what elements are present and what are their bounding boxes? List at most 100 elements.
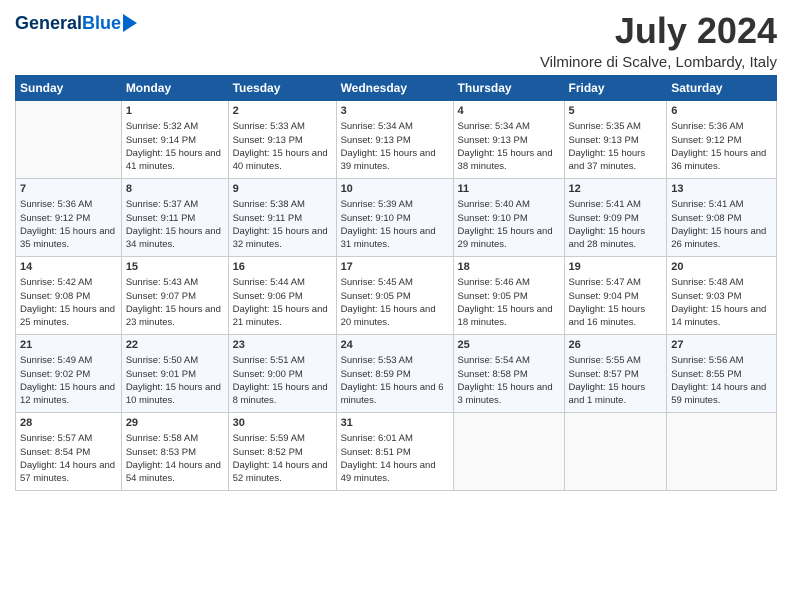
day-number: 16 xyxy=(233,260,332,275)
logo-display: GeneralBlue xyxy=(15,14,137,32)
daylight-text: Daylight: 14 hours and 59 minutes. xyxy=(671,382,766,406)
weekday-header-sunday: Sunday xyxy=(16,76,122,101)
day-cell: 14Sunrise: 5:42 AMSunset: 9:08 PMDayligh… xyxy=(16,257,122,335)
day-number: 15 xyxy=(126,260,224,275)
daylight-text: Daylight: 15 hours and 32 minutes. xyxy=(233,226,328,250)
day-cell: 29Sunrise: 5:58 AMSunset: 8:53 PMDayligh… xyxy=(121,413,228,491)
sunset-text: Sunset: 8:58 PM xyxy=(458,369,528,380)
sunrise-text: Sunrise: 5:43 AM xyxy=(126,277,198,288)
day-cell: 5Sunrise: 5:35 AMSunset: 9:13 PMDaylight… xyxy=(564,101,667,179)
daylight-text: Daylight: 15 hours and 41 minutes. xyxy=(126,148,221,172)
sunset-text: Sunset: 9:09 PM xyxy=(569,213,639,224)
day-number: 8 xyxy=(126,182,224,197)
sunrise-text: Sunrise: 5:50 AM xyxy=(126,355,198,366)
sunrise-text: Sunrise: 5:41 AM xyxy=(671,199,743,210)
week-row-2: 14Sunrise: 5:42 AMSunset: 9:08 PMDayligh… xyxy=(16,257,777,335)
day-number: 25 xyxy=(458,338,560,353)
sunrise-text: Sunrise: 5:56 AM xyxy=(671,355,743,366)
weekday-header-monday: Monday xyxy=(121,76,228,101)
sunset-text: Sunset: 9:11 PM xyxy=(233,213,303,224)
sunrise-text: Sunrise: 5:48 AM xyxy=(671,277,743,288)
week-row-0: 1 Sunrise: 5:32 AM Sunset: 9:14 PM Daylight… xyxy=(16,101,777,179)
day-cell: 7Sunrise: 5:36 AMSunset: 9:12 PMDaylight… xyxy=(16,179,122,257)
daylight-text: Daylight: 15 hours and 38 minutes. xyxy=(458,148,553,172)
sunset-text: Sunset: 8:51 PM xyxy=(341,447,411,458)
day-number: 27 xyxy=(671,338,772,353)
daylight-text: Daylight: 15 hours and 12 minutes. xyxy=(20,382,115,406)
sunset-text: Sunset: 9:06 PM xyxy=(233,291,303,302)
sunrise-text: Sunrise: 5:41 AM xyxy=(569,199,641,210)
month-year: July 2024 xyxy=(540,10,777,52)
header: GeneralBlue July 2024 Vilminore di Scalv… xyxy=(15,10,777,71)
daylight-text: Daylight: 15 hours and 23 minutes. xyxy=(126,304,221,328)
day-number: 11 xyxy=(458,182,560,197)
day-cell: 21 Sunrise: 5:49 AM Sunset: 9:02 PM Dayligh… xyxy=(16,335,122,413)
weekday-header-tuesday: Tuesday xyxy=(228,76,336,101)
sunrise-text: Sunrise: 5:39 AM xyxy=(341,199,413,210)
sunset-text: Sunset: 9:14 PM xyxy=(126,135,196,146)
day-number: 23 xyxy=(233,338,332,353)
day-cell: 18 Sunrise: 5:46 AM Sunset: 9:05 PM Dayligh… xyxy=(453,257,564,335)
day-cell: 30Sunrise: 5:59 AMSunset: 8:52 PMDayligh… xyxy=(228,413,336,491)
title-block: July 2024 Vilminore di Scalve, Lombardy,… xyxy=(540,10,777,71)
day-number: 4 xyxy=(458,104,560,119)
daylight-text: Daylight: 15 hours and 26 minutes. xyxy=(671,226,766,250)
daylight-text: Daylight: 15 hours and 18 minutes. xyxy=(458,304,553,328)
sunset-text: Sunset: 9:02 PM xyxy=(20,369,90,380)
day-number: 20 xyxy=(671,260,772,275)
sunrise-text: Sunrise: 5:34 AM xyxy=(341,121,413,132)
sunset-text: Sunset: 9:05 PM xyxy=(458,291,528,302)
day-cell: 10Sunrise: 5:39 AMSunset: 9:10 PMDayligh… xyxy=(336,179,453,257)
day-number: 1 xyxy=(126,104,224,119)
sunrise-text: Sunrise: 5:34 AM xyxy=(458,121,530,132)
sunset-text: Sunset: 9:04 PM xyxy=(569,291,639,302)
sunrise-text: Sunrise: 5:36 AM xyxy=(671,121,743,132)
sunset-text: Sunset: 9:10 PM xyxy=(458,213,528,224)
sunset-text: Sunset: 9:08 PM xyxy=(20,291,90,302)
day-cell: 16Sunrise: 5:44 AMSunset: 9:06 PMDayligh… xyxy=(228,257,336,335)
day-cell: 3Sunrise: 5:34 AMSunset: 9:13 PMDaylight… xyxy=(336,101,453,179)
daylight-text: Daylight: 15 hours and 25 minutes. xyxy=(20,304,115,328)
week-row-1: 7Sunrise: 5:36 AMSunset: 9:12 PMDaylight… xyxy=(16,179,777,257)
sunset-text: Sunset: 8:59 PM xyxy=(341,369,411,380)
sunset-text: Sunset: 9:13 PM xyxy=(569,135,639,146)
daylight-text: Daylight: 15 hours and 36 minutes. xyxy=(671,148,766,172)
daylight-text: Daylight: 15 hours and 8 minutes. xyxy=(233,382,328,406)
daylight-text: Daylight: 15 hours and 29 minutes. xyxy=(458,226,553,250)
day-cell xyxy=(453,413,564,491)
sunrise-text: Sunrise: 5:46 AM xyxy=(458,277,530,288)
day-number: 26 xyxy=(569,338,663,353)
day-cell: 31Sunrise: 6:01 AMSunset: 8:51 PMDayligh… xyxy=(336,413,453,491)
sunrise-text: Sunrise: 5:51 AM xyxy=(233,355,305,366)
day-number: 12 xyxy=(569,182,663,197)
day-number: 2 xyxy=(233,104,332,119)
sunrise-text: Sunrise: 5:49 AM xyxy=(20,355,92,366)
day-cell: 24Sunrise: 5:53 AMSunset: 8:59 PMDayligh… xyxy=(336,335,453,413)
daylight-text: Daylight: 15 hours and 28 minutes. xyxy=(569,226,646,250)
logo-text: GeneralBlue xyxy=(15,14,121,32)
sunrise-text: Sunrise: 5:42 AM xyxy=(20,277,92,288)
weekday-header-row: SundayMondayTuesdayWednesdayThursdayFrid… xyxy=(16,76,777,101)
logo-icon xyxy=(123,14,137,32)
sunset-text: Sunset: 9:00 PM xyxy=(233,369,303,380)
sunrise-text: Sunrise: 5:45 AM xyxy=(341,277,413,288)
day-cell: 25Sunrise: 5:54 AMSunset: 8:58 PMDayligh… xyxy=(453,335,564,413)
day-cell: 27Sunrise: 5:56 AMSunset: 8:55 PMDayligh… xyxy=(667,335,777,413)
sunrise-text: Sunrise: 5:33 AM xyxy=(233,121,305,132)
sunset-text: Sunset: 9:07 PM xyxy=(126,291,196,302)
day-number: 18 xyxy=(458,260,560,275)
daylight-text: Daylight: 14 hours and 54 minutes. xyxy=(126,460,221,484)
day-cell: 17Sunrise: 5:45 AMSunset: 9:05 PMDayligh… xyxy=(336,257,453,335)
daylight-text: Daylight: 14 hours and 57 minutes. xyxy=(20,460,115,484)
day-number: 21 xyxy=(20,338,117,353)
daylight-text: Daylight: 14 hours and 52 minutes. xyxy=(233,460,328,484)
day-cell xyxy=(667,413,777,491)
sunset-text: Sunset: 9:03 PM xyxy=(671,291,741,302)
sunrise-text: Sunrise: 5:32 AM xyxy=(126,121,198,132)
daylight-text: Daylight: 15 hours and 21 minutes. xyxy=(233,304,328,328)
location: Vilminore di Scalve, Lombardy, Italy xyxy=(540,54,777,71)
sunrise-text: Sunrise: 5:57 AM xyxy=(20,433,92,444)
weekday-header-wednesday: Wednesday xyxy=(336,76,453,101)
sunset-text: Sunset: 9:12 PM xyxy=(671,135,741,146)
daylight-text: Daylight: 15 hours and 16 minutes. xyxy=(569,304,646,328)
